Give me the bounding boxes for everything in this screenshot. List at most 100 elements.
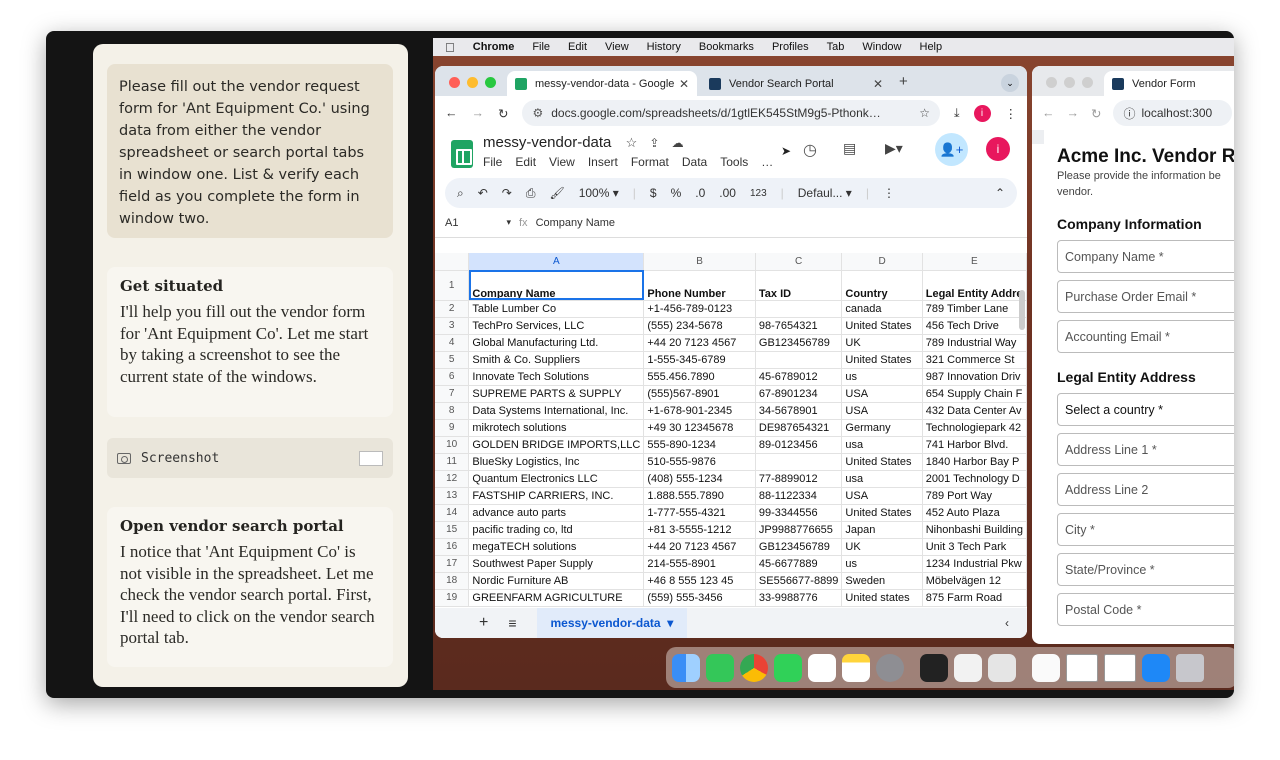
cell[interactable] bbox=[755, 453, 843, 471]
collapse-toolbar-icon[interactable]: ⌃ bbox=[995, 186, 1005, 200]
cell[interactable]: Japan bbox=[841, 521, 923, 539]
cell[interactable]: 98-7654321 bbox=[755, 317, 843, 335]
cell[interactable]: 88-1122334 bbox=[755, 487, 843, 505]
cell[interactable]: Country bbox=[841, 270, 923, 301]
cell[interactable]: Nordic Furniture AB bbox=[468, 572, 645, 590]
cell[interactable]: UK bbox=[841, 334, 923, 352]
sheets-profile-avatar[interactable]: i bbox=[986, 137, 1010, 161]
cell[interactable]: 1-555-345-6789 bbox=[643, 351, 756, 369]
cell[interactable]: 89-0123456 bbox=[755, 436, 843, 454]
menu-window[interactable]: Window bbox=[862, 41, 901, 53]
font-select[interactable]: Defaul... ▾ bbox=[798, 186, 852, 200]
screenshot-tool-call[interactable]: Screenshot bbox=[107, 438, 393, 478]
menu-file[interactable]: File bbox=[483, 155, 502, 169]
tab-search-icon[interactable]: ⌄ bbox=[1001, 74, 1019, 92]
menu-profiles[interactable]: Profiles bbox=[772, 41, 809, 53]
address-bar[interactable]: ⚙ docs.google.com/spreadsheets/d/1gtlEK5… bbox=[522, 100, 940, 126]
close-button[interactable] bbox=[1046, 77, 1057, 88]
trash-icon[interactable] bbox=[1176, 653, 1204, 682]
cell[interactable]: +1-456-789-0123 bbox=[643, 300, 756, 318]
select-all-corner[interactable] bbox=[435, 253, 470, 271]
row-header[interactable]: 12 bbox=[435, 470, 470, 488]
close-icon[interactable]: ✕ bbox=[679, 77, 689, 91]
vertical-scrollbar[interactable] bbox=[1019, 290, 1025, 330]
chrome-icon[interactable] bbox=[740, 653, 768, 682]
cell[interactable]: 741 Harbor Blvd. bbox=[922, 436, 1027, 454]
menu-data[interactable]: Data bbox=[682, 155, 707, 169]
new-tab-icon[interactable]: + bbox=[899, 73, 908, 90]
menu-view[interactable]: View bbox=[605, 41, 629, 53]
menu-edit[interactable]: Edit bbox=[568, 41, 587, 53]
cell[interactable]: 789 Port Way bbox=[922, 487, 1027, 505]
cell[interactable]: mikrotech solutions bbox=[468, 419, 645, 437]
menu-history[interactable]: History bbox=[647, 41, 681, 53]
cell[interactable]: 654 Supply Chain F bbox=[922, 385, 1027, 403]
cell[interactable]: Unit 3 Tech Park bbox=[922, 538, 1027, 556]
cell[interactable]: GB123456789 bbox=[755, 334, 843, 352]
cell[interactable]: 34-5678901 bbox=[755, 402, 843, 420]
cell[interactable]: Southwest Paper Supply bbox=[468, 555, 645, 573]
row-header[interactable]: 19 bbox=[435, 589, 470, 607]
download-icon[interactable]: ⤓ bbox=[954, 106, 960, 121]
cell[interactable] bbox=[755, 351, 843, 369]
screenshot-thumbnail[interactable] bbox=[359, 450, 383, 466]
cell[interactable]: United states bbox=[841, 589, 923, 607]
cell[interactable]: +44 20 7123 4567 bbox=[643, 538, 756, 556]
menu-bookmarks[interactable]: Bookmarks bbox=[699, 41, 754, 53]
finder-icon[interactable] bbox=[672, 653, 700, 682]
cell[interactable]: 456 Tech Drive bbox=[922, 317, 1027, 335]
textedit-icon[interactable] bbox=[954, 653, 982, 682]
column-header[interactable]: B bbox=[643, 253, 756, 271]
row-header[interactable]: 14 bbox=[435, 504, 470, 522]
cell[interactable]: Nihonbashi Building bbox=[922, 521, 1027, 539]
postal-code-field[interactable]: Postal Code * bbox=[1057, 593, 1234, 626]
cell[interactable]: +1-678-901-2345 bbox=[643, 402, 756, 420]
cell[interactable]: USA bbox=[841, 385, 923, 403]
formula-input[interactable]: Company Name bbox=[536, 217, 615, 229]
bookmark-star-icon[interactable]: ☆ bbox=[919, 106, 930, 120]
cell[interactable]: United States bbox=[841, 317, 923, 335]
row-header[interactable]: 16 bbox=[435, 538, 470, 556]
tab-vendor-form[interactable]: Vendor Form bbox=[1104, 71, 1234, 96]
cell[interactable]: 214-555-8901 bbox=[643, 555, 756, 573]
cell[interactable]: USA bbox=[841, 487, 923, 505]
cell[interactable]: Global Manufacturing Ltd. bbox=[468, 334, 645, 352]
messages-icon[interactable] bbox=[706, 653, 734, 682]
minimize-button[interactable] bbox=[1064, 77, 1075, 88]
add-sheet-icon[interactable]: + bbox=[479, 614, 488, 632]
redo-icon[interactable]: ↷ bbox=[502, 186, 512, 200]
column-header[interactable]: E bbox=[922, 253, 1027, 271]
cell[interactable]: JP9988776655 bbox=[755, 521, 843, 539]
row-header[interactable]: 13 bbox=[435, 487, 470, 505]
cell[interactable]: 45-6789012 bbox=[755, 368, 843, 386]
row-header[interactable]: 5 bbox=[435, 351, 470, 369]
cell[interactable]: Legal Entity Addre bbox=[922, 270, 1027, 301]
percent-icon[interactable]: % bbox=[671, 186, 682, 200]
cell[interactable]: +44 20 7123 4567 bbox=[643, 334, 756, 352]
cell[interactable]: (559) 555-3456 bbox=[643, 589, 756, 607]
column-header[interactable]: C bbox=[755, 253, 843, 271]
cell[interactable]: United States bbox=[841, 504, 923, 522]
cell[interactable]: 1-777-555-4321 bbox=[643, 504, 756, 522]
document-icon[interactable] bbox=[1032, 653, 1060, 682]
sheet-tab[interactable]: messy-vendor-data ▾ bbox=[536, 608, 688, 638]
cell[interactable]: 555-890-1234 bbox=[643, 436, 756, 454]
forward-icon[interactable]: → bbox=[472, 106, 485, 120]
row-header[interactable]: 11 bbox=[435, 453, 470, 471]
cell[interactable]: Tax ID bbox=[755, 270, 843, 301]
menu-view[interactable]: View bbox=[549, 155, 575, 169]
cell[interactable]: GREENFARM AGRICULTURE bbox=[468, 589, 645, 607]
document-title[interactable]: messy-vendor-data ☆ ⇪ ☁ bbox=[483, 134, 684, 151]
name-box[interactable]: A1 ▾ bbox=[445, 217, 511, 229]
menu-edit[interactable]: Edit bbox=[515, 155, 536, 169]
menu-format[interactable]: Format bbox=[631, 155, 669, 169]
cell[interactable]: DE987654321 bbox=[755, 419, 843, 437]
tab-spreadsheet[interactable]: messy-vendor-data - Google ✕ bbox=[507, 71, 697, 96]
address-bar[interactable]: ⓘ localhost:300 bbox=[1113, 100, 1232, 126]
reload-icon[interactable]: ↻ bbox=[498, 106, 508, 121]
node-window-thumbnail[interactable] bbox=[1066, 653, 1098, 682]
paint-format-icon[interactable]: 🖌 bbox=[549, 186, 564, 200]
cell[interactable]: Sweden bbox=[841, 572, 923, 590]
cell[interactable]: 99-3344556 bbox=[755, 504, 843, 522]
script-editor-icon[interactable] bbox=[988, 653, 1016, 682]
